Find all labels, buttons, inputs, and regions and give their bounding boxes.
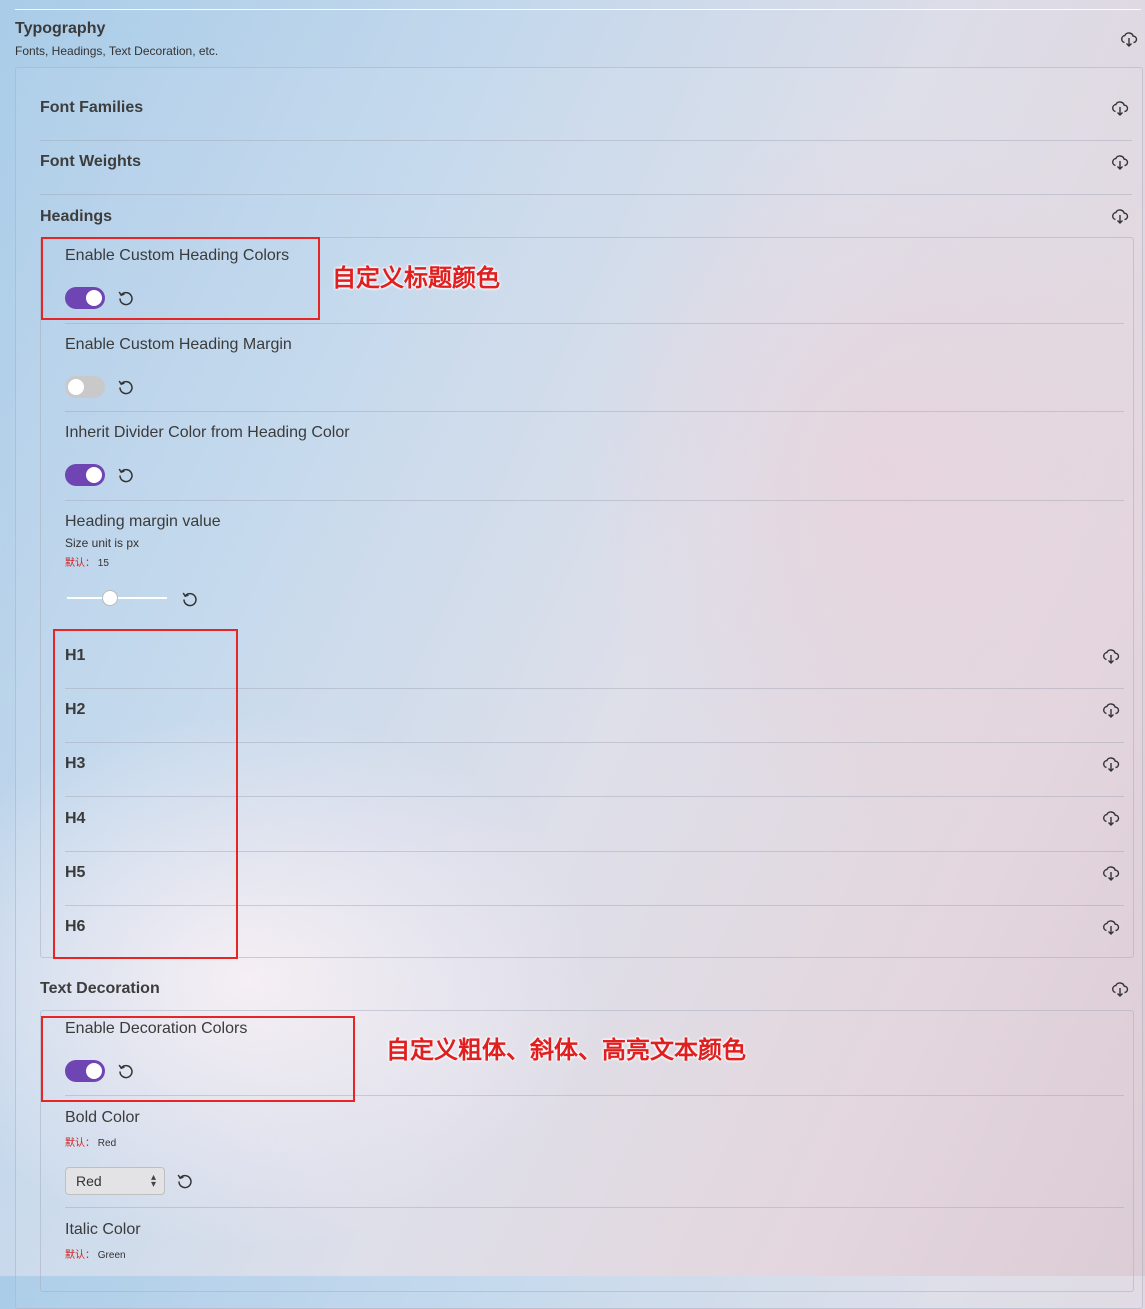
cloud-download-icon[interactable] — [1102, 647, 1120, 665]
option-hint: Size unit is px — [65, 536, 140, 550]
bold-color-select[interactable]: Red ▴ ▾ — [65, 1167, 165, 1195]
divider — [65, 1207, 1124, 1208]
reset-icon[interactable] — [181, 590, 199, 608]
cloud-download-icon[interactable] — [1111, 99, 1129, 117]
chevron-updown-icon: ▴ ▾ — [150, 1172, 156, 1190]
default-value: 默认： Green — [65, 1250, 126, 1261]
group-text-decoration[interactable]: Text Decoration — [40, 980, 160, 998]
cloud-download-icon[interactable] — [1111, 153, 1129, 171]
group-headings[interactable]: Headings — [40, 208, 112, 226]
annotation-box — [41, 237, 320, 320]
inherit-divider-color-toggle[interactable] — [65, 464, 105, 486]
slider-handle[interactable] — [102, 590, 119, 606]
toggle-knob — [68, 379, 84, 395]
annotation-box — [53, 629, 238, 959]
default-value: 默认： 15 — [65, 558, 109, 569]
heading-margin-slider[interactable] — [67, 589, 167, 607]
top-divider — [15, 9, 1141, 10]
divider — [65, 500, 1124, 501]
reset-icon[interactable] — [117, 378, 135, 396]
default-value: 默认： Red — [65, 1138, 117, 1149]
group-font-weights[interactable]: Font Weights — [40, 153, 141, 171]
cloud-download-icon[interactable] — [1102, 755, 1120, 773]
group-font-families[interactable]: Font Families — [40, 99, 143, 117]
cloud-download-icon[interactable] — [1102, 701, 1120, 719]
select-value: Red — [76, 1173, 102, 1189]
cloud-download-icon[interactable] — [1120, 30, 1138, 48]
reset-icon[interactable] — [176, 1172, 194, 1190]
annotation-text: 自定义标题颜色 — [332, 264, 500, 292]
option-label: Enable Custom Heading Margin — [65, 336, 292, 353]
toggle-knob — [86, 467, 102, 483]
section-title: Typography — [15, 20, 106, 37]
cloud-download-icon[interactable] — [1111, 980, 1129, 998]
option-label: Italic Color — [65, 1221, 141, 1238]
divider — [65, 323, 1124, 324]
custom-heading-margin-toggle[interactable] — [65, 376, 105, 398]
cloud-download-icon[interactable] — [1102, 864, 1120, 882]
option-label: Heading margin value — [65, 513, 221, 530]
cloud-download-icon[interactable] — [1102, 918, 1120, 936]
annotation-text: 自定义粗体、斜体、高亮文本颜色 — [386, 1036, 746, 1064]
divider — [40, 140, 1132, 141]
section-subtitle: Fonts, Headings, Text Decoration, etc. — [15, 44, 219, 58]
option-label: Inherit Divider Color from Heading Color — [65, 424, 350, 441]
cloud-download-icon[interactable] — [1102, 809, 1120, 827]
option-label: Bold Color — [65, 1109, 140, 1126]
annotation-box — [41, 1016, 355, 1102]
divider — [40, 194, 1132, 195]
cloud-download-icon[interactable] — [1111, 207, 1129, 225]
reset-icon[interactable] — [117, 466, 135, 484]
divider — [65, 411, 1124, 412]
